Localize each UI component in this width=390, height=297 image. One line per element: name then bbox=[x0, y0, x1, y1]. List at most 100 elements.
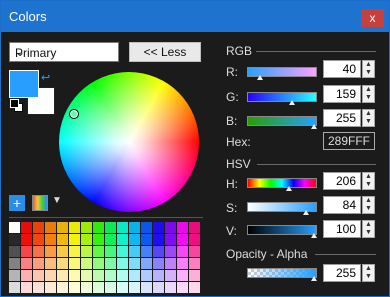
alpha-spinner[interactable]: ▲ ▼ bbox=[362, 264, 375, 282]
palette-swatch[interactable] bbox=[69, 282, 80, 293]
green-slider-thumb[interactable] bbox=[289, 100, 295, 105]
palette-swatch[interactable] bbox=[165, 234, 176, 245]
green-input[interactable]: 159 bbox=[323, 85, 361, 103]
add-palette-color-icon[interactable]: + bbox=[9, 195, 25, 211]
saturation-slider-thumb[interactable] bbox=[303, 210, 309, 215]
palette-swatch[interactable] bbox=[153, 282, 164, 293]
palette-swatch[interactable] bbox=[33, 246, 44, 257]
palette-swatch[interactable] bbox=[57, 246, 68, 257]
palette-swatch[interactable] bbox=[21, 282, 32, 293]
palette-swatch[interactable] bbox=[129, 246, 140, 257]
palette-swatch[interactable] bbox=[45, 234, 56, 245]
hue-slider[interactable] bbox=[247, 178, 317, 188]
palette-swatch[interactable] bbox=[117, 234, 128, 245]
hue-input[interactable]: 206 bbox=[323, 172, 361, 190]
palette-swatch[interactable] bbox=[33, 258, 44, 269]
palette-swatch[interactable] bbox=[117, 246, 128, 257]
palette-swatch[interactable] bbox=[69, 234, 80, 245]
palette-swatch[interactable] bbox=[93, 246, 104, 257]
palette-swatch[interactable] bbox=[177, 258, 188, 269]
hue-spinner[interactable]: ▲ ▼ bbox=[362, 172, 375, 190]
swap-colors-icon[interactable]: ↩ bbox=[41, 71, 50, 84]
palette-swatch[interactable] bbox=[117, 222, 128, 233]
palette-swatch[interactable] bbox=[21, 246, 32, 257]
palette-swatch[interactable] bbox=[105, 234, 116, 245]
palette-swatch[interactable] bbox=[93, 282, 104, 293]
palette-swatch[interactable] bbox=[153, 222, 164, 233]
palette-menu-chevron-icon[interactable]: ▼ bbox=[52, 195, 62, 206]
palette-swatch[interactable] bbox=[141, 270, 152, 281]
palette-swatch[interactable] bbox=[117, 282, 128, 293]
palette-swatch[interactable] bbox=[189, 282, 200, 293]
palette-swatch[interactable] bbox=[105, 258, 116, 269]
palette-swatch[interactable] bbox=[165, 258, 176, 269]
palette-swatch[interactable] bbox=[45, 282, 56, 293]
palette-swatch[interactable] bbox=[45, 222, 56, 233]
primary-color-swatch[interactable] bbox=[9, 70, 39, 98]
palette-swatch[interactable] bbox=[9, 222, 20, 233]
color-wheel-marker[interactable] bbox=[69, 109, 79, 119]
palette-swatch[interactable] bbox=[129, 234, 140, 245]
palette-swatch[interactable] bbox=[165, 246, 176, 257]
blue-input[interactable]: 255 bbox=[323, 109, 361, 127]
red-spinner[interactable]: ▲ ▼ bbox=[362, 60, 375, 78]
palette-swatch[interactable] bbox=[129, 258, 140, 269]
palette-swatch[interactable] bbox=[177, 270, 188, 281]
blue-spinner[interactable]: ▲ ▼ bbox=[362, 109, 375, 127]
palette-swatch[interactable] bbox=[9, 282, 20, 293]
palette-swatch[interactable] bbox=[153, 246, 164, 257]
palette-swatch[interactable] bbox=[117, 258, 128, 269]
palette-swatch[interactable] bbox=[129, 270, 140, 281]
palette-swatch[interactable] bbox=[105, 282, 116, 293]
blue-slider[interactable] bbox=[247, 116, 317, 126]
value-slider[interactable] bbox=[247, 225, 317, 235]
palette-swatch[interactable] bbox=[9, 246, 20, 257]
palette-swatch[interactable] bbox=[9, 270, 20, 281]
green-slider[interactable] bbox=[247, 92, 317, 102]
palette-swatch[interactable] bbox=[189, 270, 200, 281]
close-button[interactable]: x bbox=[361, 9, 384, 27]
palette-swatch[interactable] bbox=[93, 222, 104, 233]
palette-swatch[interactable] bbox=[33, 234, 44, 245]
reset-colors-icon[interactable] bbox=[10, 99, 23, 112]
value-slider-thumb[interactable] bbox=[311, 233, 317, 238]
palette-swatch[interactable] bbox=[93, 270, 104, 281]
palette-swatch[interactable] bbox=[189, 246, 200, 257]
red-input[interactable]: 40 bbox=[323, 60, 361, 78]
palette-swatch[interactable] bbox=[81, 282, 92, 293]
palette-swatch[interactable] bbox=[141, 258, 152, 269]
value-input[interactable]: 100 bbox=[323, 220, 361, 238]
palette-swatch[interactable] bbox=[177, 234, 188, 245]
color-target-dropdown[interactable]: Primary ⌄ bbox=[9, 42, 119, 62]
palette-swatch[interactable] bbox=[21, 258, 32, 269]
palette-swatch[interactable] bbox=[81, 270, 92, 281]
palette-swatch[interactable] bbox=[117, 270, 128, 281]
palette-swatch[interactable] bbox=[57, 234, 68, 245]
palette-swatch[interactable] bbox=[189, 222, 200, 233]
palette-swatch[interactable] bbox=[33, 222, 44, 233]
palette-swatch[interactable] bbox=[21, 222, 32, 233]
palette-swatch[interactable] bbox=[177, 222, 188, 233]
palette-swatch[interactable] bbox=[81, 258, 92, 269]
palette-swatch[interactable] bbox=[9, 234, 20, 245]
palette-swatch[interactable] bbox=[33, 282, 44, 293]
palette-swatch[interactable] bbox=[69, 270, 80, 281]
palette-swatch[interactable] bbox=[81, 222, 92, 233]
palette-swatch[interactable] bbox=[57, 258, 68, 269]
palette-swatch[interactable] bbox=[21, 234, 32, 245]
palette-swatch[interactable] bbox=[129, 222, 140, 233]
palette-swatch[interactable] bbox=[153, 258, 164, 269]
alpha-slider[interactable] bbox=[247, 268, 317, 278]
palette-swatch[interactable] bbox=[153, 234, 164, 245]
hex-input[interactable]: 289FFF bbox=[323, 132, 375, 150]
palette-swatch[interactable] bbox=[81, 234, 92, 245]
palette-swatch[interactable] bbox=[57, 270, 68, 281]
title-bar[interactable]: Colors x bbox=[1, 1, 389, 32]
palette-swatch[interactable] bbox=[141, 222, 152, 233]
palette-swatch[interactable] bbox=[129, 282, 140, 293]
less-button[interactable]: << Less bbox=[129, 42, 201, 62]
palette-swatch[interactable] bbox=[45, 246, 56, 257]
palette-swatch[interactable] bbox=[33, 270, 44, 281]
palette-swatch[interactable] bbox=[165, 222, 176, 233]
alpha-slider-thumb[interactable] bbox=[311, 276, 317, 281]
